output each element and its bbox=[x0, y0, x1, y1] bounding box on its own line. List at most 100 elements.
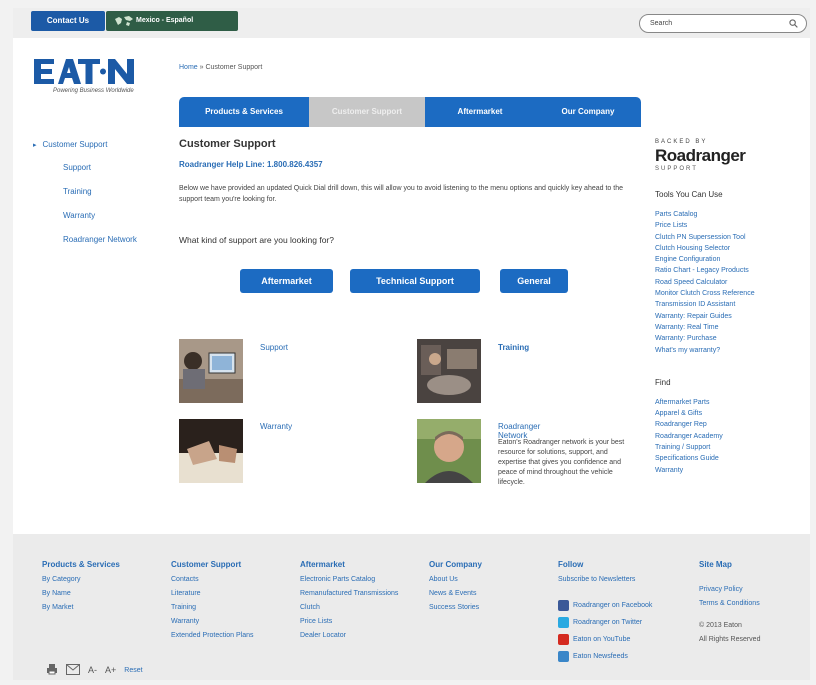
increase-text-button[interactable]: A+ bbox=[105, 665, 116, 675]
tools-link[interactable]: Parts Catalog bbox=[655, 209, 795, 220]
footer-link[interactable]: By Name bbox=[42, 587, 120, 601]
footer-link[interactable]: Contacts bbox=[171, 573, 254, 587]
left-nav-heading[interactable]: Customer Support bbox=[33, 140, 173, 149]
left-nav-item-warranty[interactable]: Warranty bbox=[33, 211, 173, 220]
rss-icon bbox=[558, 651, 569, 662]
newsletter-link[interactable]: Subscribe to Newsletters bbox=[558, 573, 652, 587]
footer-support-heading[interactable]: Customer Support bbox=[171, 560, 254, 569]
tools-link[interactable]: Price Lists bbox=[655, 220, 795, 231]
tools-link[interactable]: Warranty: Real Time bbox=[655, 322, 795, 333]
footer-link[interactable]: News & Events bbox=[429, 587, 482, 601]
privacy-policy-link[interactable]: Privacy Policy bbox=[699, 583, 760, 597]
page: Contact Us Mexico - Español Search Power… bbox=[13, 8, 810, 680]
left-nav-item-roadranger-network[interactable]: Roadranger Network bbox=[33, 235, 173, 244]
tools-link[interactable]: Warranty: Repair Guides bbox=[655, 311, 795, 322]
card-training-title[interactable]: Training bbox=[498, 343, 529, 352]
footer bbox=[13, 534, 810, 680]
intro-text: Below we have provided an updated Quick … bbox=[179, 185, 623, 203]
search-input[interactable]: Search bbox=[639, 14, 807, 33]
aftermarket-button[interactable]: Aftermarket bbox=[240, 269, 333, 293]
tools-link[interactable]: Ratio Chart - Legacy Products bbox=[655, 265, 795, 276]
general-button[interactable]: General bbox=[500, 269, 568, 293]
main-nav: Products & Services Customer Support Aft… bbox=[179, 97, 641, 127]
breadcrumb-current: Customer Support bbox=[205, 64, 263, 71]
left-nav-item-support[interactable]: Support bbox=[33, 163, 173, 172]
roadranger-logo[interactable]: Roadranger bbox=[655, 146, 795, 166]
find-link[interactable]: Training / Support bbox=[655, 442, 795, 453]
find-link[interactable]: Aftermarket Parts bbox=[655, 397, 795, 408]
footer-company-heading[interactable]: Our Company bbox=[429, 560, 482, 569]
training-photo[interactable] bbox=[417, 339, 481, 403]
find-link[interactable]: Specifications Guide bbox=[655, 453, 795, 464]
youtube-icon bbox=[558, 634, 569, 645]
reset-text-button[interactable]: Reset bbox=[124, 667, 142, 674]
twitter-link[interactable]: Roadranger on Twitter bbox=[558, 614, 652, 631]
footer-link[interactable]: By Market bbox=[42, 601, 120, 615]
tools-link[interactable]: Warranty: Purchase bbox=[655, 333, 795, 344]
search-icon[interactable] bbox=[789, 19, 798, 28]
tools-link[interactable]: Clutch PN Supersession Tool bbox=[655, 232, 795, 243]
newsfeeds-label: Eaton Newsfeeds bbox=[573, 653, 628, 660]
footer-link[interactable]: Literature bbox=[171, 587, 254, 601]
card-warranty-title[interactable]: Warranty bbox=[260, 422, 292, 431]
find-link[interactable]: Apparel & Gifts bbox=[655, 408, 795, 419]
technical-support-button[interactable]: Technical Support bbox=[350, 269, 480, 293]
eaton-logo-mark bbox=[34, 59, 134, 84]
find-link[interactable]: Warranty bbox=[655, 465, 795, 476]
footer-link[interactable]: Price Lists bbox=[300, 615, 398, 629]
youtube-link[interactable]: Eaton on YouTube bbox=[558, 631, 652, 648]
newsfeeds-link[interactable]: Eaton Newsfeeds bbox=[558, 648, 652, 665]
backed-by-label: BACKED BY bbox=[655, 139, 708, 145]
tools-link[interactable]: Monitor Clutch Cross Reference bbox=[655, 288, 795, 299]
tools-link[interactable]: Engine Configuration bbox=[655, 254, 795, 265]
tab-products-services[interactable]: Products & Services bbox=[179, 97, 309, 127]
print-icon[interactable] bbox=[46, 663, 58, 677]
find-link[interactable]: Roadranger Academy bbox=[655, 431, 795, 442]
tools-link[interactable]: Transmission ID Assistant bbox=[655, 299, 795, 310]
footer-link[interactable]: Dealer Locator bbox=[300, 629, 398, 643]
tab-customer-support[interactable]: Customer Support bbox=[309, 97, 425, 127]
footer-link[interactable]: By Category bbox=[42, 573, 120, 587]
left-nav-item-training[interactable]: Training bbox=[33, 187, 173, 196]
contact-us-button[interactable]: Contact Us bbox=[31, 11, 105, 31]
tools-link[interactable]: Road Speed Calculator bbox=[655, 277, 795, 288]
tools-link[interactable]: Clutch Housing Selector bbox=[655, 243, 795, 254]
card-support-title[interactable]: Support bbox=[260, 343, 288, 352]
tab-our-company[interactable]: Our Company bbox=[535, 97, 641, 127]
page-tools: A- A+ Reset bbox=[46, 663, 151, 677]
footer-link[interactable]: Remanufactured Transmissions bbox=[300, 587, 398, 601]
footer-link[interactable]: Electronic Parts Catalog bbox=[300, 573, 398, 587]
footer-products-heading[interactable]: Products & Services bbox=[42, 560, 120, 569]
facebook-link[interactable]: Roadranger on Facebook bbox=[558, 597, 652, 614]
roadranger-network-photo[interactable] bbox=[417, 419, 481, 483]
footer-company-column: Our Company About Us News & Events Succe… bbox=[429, 560, 482, 615]
footer-products-column: Products & Services By Category By Name … bbox=[42, 560, 120, 615]
breadcrumb-home-link[interactable]: Home bbox=[179, 64, 198, 71]
email-icon[interactable] bbox=[66, 663, 80, 677]
footer-follow-column: Follow Subscribe to Newsletters Roadrang… bbox=[558, 560, 652, 665]
find-list: Aftermarket Parts Apparel & Gifts Roadrang… bbox=[655, 397, 795, 476]
find-heading: Find bbox=[655, 377, 671, 387]
find-link[interactable]: Roadranger Rep bbox=[655, 419, 795, 430]
warranty-photo[interactable] bbox=[179, 419, 243, 483]
footer-sitemap-column: Site Map Privacy Policy Terms & Conditio… bbox=[699, 560, 760, 647]
twitter-label: Roadranger on Twitter bbox=[573, 619, 643, 626]
decrease-text-button[interactable]: A- bbox=[88, 665, 97, 675]
tab-aftermarket[interactable]: Aftermarket bbox=[425, 97, 535, 127]
footer-sitemap-heading[interactable]: Site Map bbox=[699, 560, 760, 569]
footer-aftermarket-heading[interactable]: Aftermarket bbox=[300, 560, 398, 569]
footer-link[interactable]: Clutch bbox=[300, 601, 398, 615]
region-selector-button[interactable]: Mexico - Español bbox=[106, 11, 238, 31]
youtube-label: Eaton on YouTube bbox=[573, 636, 631, 643]
main-content: Customer Support Roadranger Help Line: 1… bbox=[179, 138, 639, 245]
footer-link[interactable]: Training bbox=[171, 601, 254, 615]
support-photo[interactable] bbox=[179, 339, 243, 403]
footer-link[interactable]: Warranty bbox=[171, 615, 254, 629]
tools-link[interactable]: What's my warranty? bbox=[655, 345, 795, 356]
help-line-link[interactable]: Roadranger Help Line: 1.800.826.4357 bbox=[179, 160, 639, 169]
footer-link[interactable]: Extended Protection Plans bbox=[171, 629, 254, 643]
eaton-logo[interactable] bbox=[32, 56, 144, 84]
terms-link[interactable]: Terms & Conditions bbox=[699, 597, 760, 611]
footer-link[interactable]: About Us bbox=[429, 573, 482, 587]
footer-link[interactable]: Success Stories bbox=[429, 601, 482, 615]
